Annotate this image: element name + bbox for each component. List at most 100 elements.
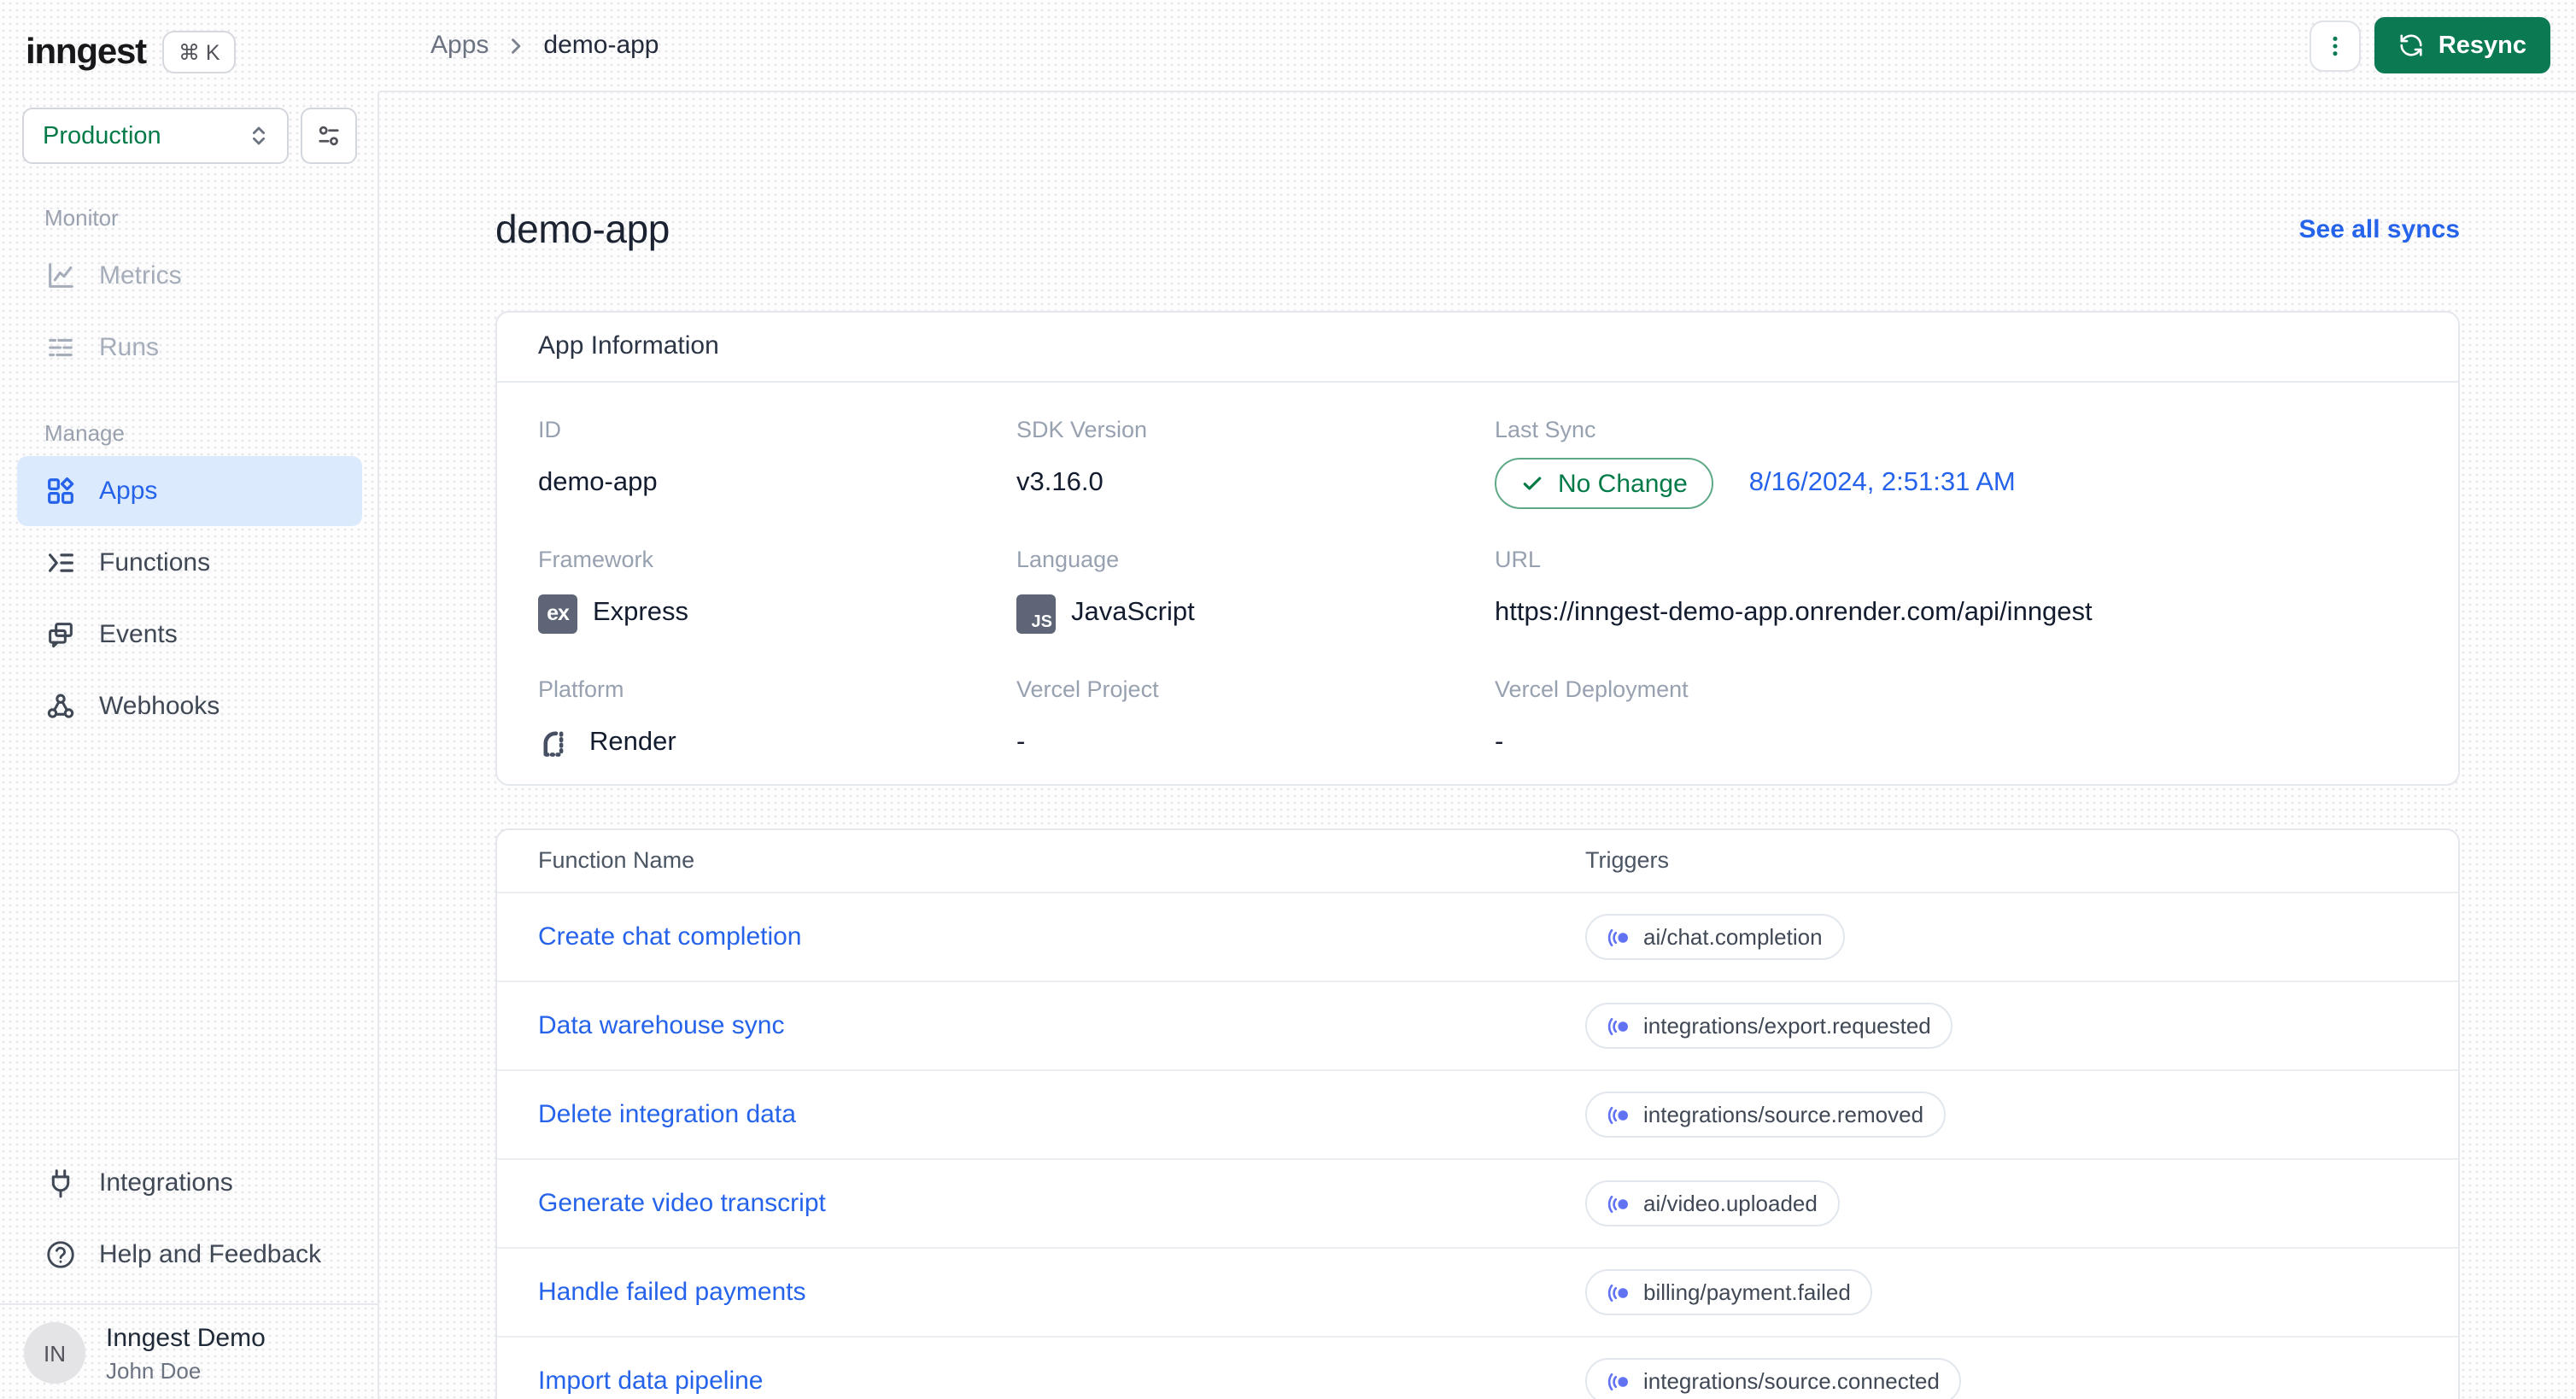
avatar: IN (24, 1322, 85, 1384)
environment-value: Production (43, 122, 161, 149)
sidebar-item-help[interactable]: Help and Feedback (17, 1220, 362, 1290)
sidebar-nav: Monitor Metrics Runs Manage Apps Functio… (0, 167, 379, 741)
last-sync-timestamp-link[interactable]: 8/16/2024, 2:51:31 AM (1749, 468, 2016, 499)
field-value: Render (538, 723, 1016, 764)
event-trigger-icon (1607, 1105, 1628, 1124)
table-row: Import data pipeline integrations/source… (497, 1336, 2458, 1399)
field-vercel-project: Vercel Project - (1016, 676, 1495, 764)
see-all-syncs-link[interactable]: See all syncs (2299, 214, 2460, 243)
sidebar-item-integrations[interactable]: Integrations (17, 1148, 362, 1218)
user-menu[interactable]: IN Inngest Demo John Doe (0, 1303, 379, 1384)
breadcrumb-apps[interactable]: Apps (430, 31, 489, 60)
field-platform: Platform Render (538, 676, 1016, 764)
section-label-monitor: Monitor (44, 205, 119, 231)
function-link[interactable]: Create chat completion (538, 922, 1585, 951)
user-name: John Doe (106, 1357, 202, 1383)
event-trigger-icon (1607, 1016, 1628, 1035)
trigger-name: ai/chat.completion (1643, 924, 1823, 950)
event-trigger-icon (1607, 928, 1628, 946)
field-vercel-deployment: Vercel Deployment - (1495, 676, 2417, 764)
sidebar-bottom: Integrations Help and Feedback IN Innges… (0, 1146, 379, 1399)
platform-name: Render (589, 728, 676, 757)
sidebar-item-metrics[interactable]: Metrics (17, 241, 362, 311)
trigger-badge[interactable]: integrations/export.requested (1585, 1003, 1953, 1049)
trigger-badge[interactable]: integrations/source.connected (1585, 1358, 1962, 1399)
user-account-name: Inngest Demo (106, 1323, 266, 1352)
trigger-name: ai/video.uploaded (1643, 1191, 1818, 1216)
main-scroll-area[interactable]: demo-app See all syncs App Information I… (379, 92, 2576, 1399)
user-info: Inngest Demo John Doe (106, 1323, 266, 1383)
sidebar-item-functions[interactable]: Functions (17, 528, 362, 598)
trigger-badge[interactable]: ai/chat.completion (1585, 914, 1845, 960)
sidebar: inngest ⌘ K Production Monitor Metrics R… (0, 0, 379, 1399)
functions-table-header: Function Name Triggers (497, 830, 2458, 892)
app-url-value: https://inngest-demo-app.onrender.com/ap… (1495, 598, 2093, 627)
column-header-function-name: Function Name (538, 847, 695, 873)
event-trigger-icon (1607, 1372, 1628, 1390)
environment-select[interactable]: Production (22, 108, 289, 164)
field-last-sync: Last Sync No Change 8/16/2024, 2:51:31 A… (1495, 417, 2417, 509)
plug-icon (51, 1169, 70, 1198)
trigger-name: integrations/source.removed (1643, 1102, 1924, 1127)
app-information-card: App Information ID demo-app SDK Version … (495, 311, 2460, 786)
trigger-badge[interactable]: billing/payment.failed (1585, 1269, 1873, 1315)
chevron-right-icon (512, 38, 521, 53)
field-url: URL https://inngest-demo-app.onrender.co… (1495, 547, 2417, 634)
sidebar-item-runs[interactable]: Runs (17, 313, 362, 383)
sidebar-item-events[interactable]: Events (17, 600, 362, 670)
resync-button[interactable]: Resync (2374, 17, 2550, 73)
resync-label: Resync (2438, 32, 2526, 59)
field-label: SDK Version (1016, 417, 1148, 442)
field-label: ID (538, 417, 561, 442)
field-value: - (1016, 728, 1026, 757)
framework-name: Express (593, 598, 688, 627)
field-value: demo-app (538, 468, 658, 497)
field-language: Language JS JavaScript (1016, 547, 1495, 634)
topbar: Apps demo-app Resync (379, 0, 2576, 92)
language-name: JavaScript (1071, 598, 1195, 627)
table-row: Create chat completion ai/chat.completio… (497, 892, 2458, 980)
no-change-label: No Change (1558, 469, 1688, 498)
event-trigger-icon (1607, 1283, 1628, 1302)
field-label: Last Sync (1495, 417, 1596, 442)
kebab-menu-icon (2333, 35, 2339, 56)
render-icon (543, 730, 564, 756)
topbar-actions: Resync (2310, 17, 2550, 73)
page-title: demo-app (495, 206, 670, 250)
check-icon (1523, 477, 1542, 490)
trigger-name: billing/payment.failed (1643, 1279, 1851, 1305)
sidebar-item-webhooks[interactable]: Webhooks (17, 671, 362, 741)
trigger-name: integrations/source.connected (1643, 1368, 1940, 1394)
table-row: Delete integration data integrations/sou… (497, 1069, 2458, 1158)
command-k-shortcut[interactable]: ⌘ K (162, 31, 236, 73)
help-circle-icon (47, 1241, 74, 1268)
function-link[interactable]: Delete integration data (538, 1100, 1585, 1129)
function-link[interactable]: Handle failed payments (538, 1278, 1585, 1307)
webhook-icon (47, 694, 74, 718)
trigger-name: integrations/export.requested (1643, 1013, 1931, 1039)
app-actions-menu-button[interactable] (2310, 20, 2362, 71)
field-value: - (1495, 728, 1504, 757)
functions-icon (49, 553, 73, 572)
app-information-title: App Information (497, 313, 2458, 383)
sidebar-item-label: Functions (99, 548, 211, 577)
function-link[interactable]: Generate video transcript (538, 1189, 1585, 1218)
field-label: URL (1495, 547, 1542, 572)
sidebar-item-label: Apps (99, 477, 158, 506)
trigger-badge[interactable]: integrations/source.removed (1585, 1092, 1947, 1138)
environment-filter-button[interactable] (301, 108, 357, 164)
trigger-badge[interactable]: ai/video.uploaded (1585, 1180, 1840, 1226)
function-link[interactable]: Data warehouse sync (538, 1011, 1585, 1040)
inngest-logo[interactable]: inngest (26, 32, 147, 73)
field-label: Vercel Project (1016, 676, 1159, 702)
sync-icon (2401, 34, 2423, 56)
function-link[interactable]: Import data pipeline (538, 1367, 1585, 1396)
no-change-badge[interactable]: No Change (1495, 458, 1713, 509)
sidebar-item-apps[interactable]: Apps (17, 456, 362, 526)
sidebar-item-label: Integrations (99, 1168, 233, 1197)
runs-list-icon (49, 338, 73, 357)
apps-grid-icon (48, 477, 74, 504)
express-icon: ex (538, 594, 577, 633)
app-window: inngest ⌘ K Production Monitor Metrics R… (0, 0, 2576, 1399)
page-container: demo-app See all syncs App Information I… (495, 92, 2460, 1399)
